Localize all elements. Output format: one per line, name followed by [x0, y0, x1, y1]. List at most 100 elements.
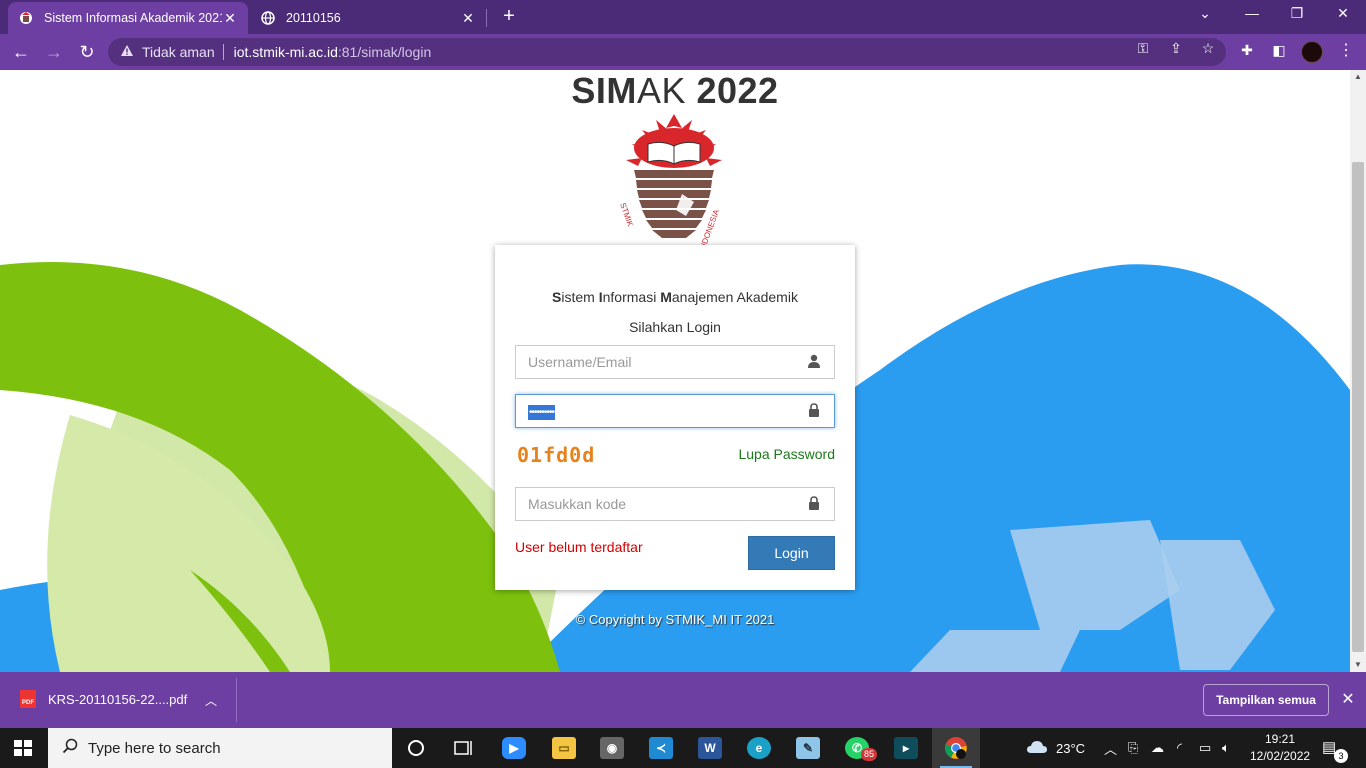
search-placeholder: Type here to search — [88, 739, 221, 757]
heading-letter-m: M — [660, 289, 672, 305]
heading-part-2: nformasi — [602, 289, 661, 305]
title-part-year: 2022 — [685, 70, 779, 111]
login-card: Sistem Informasi Manajemen Akademik Sila… — [495, 245, 855, 590]
wifi-icon[interactable]: ◜ — [1177, 728, 1182, 768]
minimize-button[interactable]: — — [1237, 5, 1267, 21]
title-part-ak: AK — [636, 70, 686, 111]
profile-avatar[interactable] — [1301, 41, 1323, 63]
url-path: :81/simak/login — [337, 44, 432, 60]
stmik-favicon-icon — [18, 10, 34, 26]
lock-icon — [806, 495, 822, 513]
scroll-up-arrow-icon[interactable]: ▲ — [1350, 70, 1366, 84]
weather-widget[interactable]: 23°C — [1026, 728, 1085, 768]
clock-time: 19:21 — [1264, 732, 1296, 746]
side-panel-icon[interactable]: ◧ — [1269, 42, 1289, 59]
download-item[interactable]: PDF KRS-20110156-22....pdf — [20, 690, 187, 708]
tab-20110156[interactable]: 20110156 ✕ — [250, 2, 486, 34]
pdf-file-icon: PDF — [20, 690, 36, 708]
close-download-bar-icon[interactable]: ✕ — [1338, 689, 1358, 709]
captcha-code-input[interactable] — [528, 496, 806, 512]
scroll-down-arrow-icon[interactable]: ▼ — [1350, 658, 1366, 672]
title-part-sim: SIM — [571, 70, 637, 111]
tab-divider — [486, 9, 487, 27]
forgot-password-link[interactable]: Lupa Password — [738, 446, 835, 462]
back-button[interactable]: ← — [9, 40, 33, 64]
download-file-name: KRS-20110156-22....pdf — [48, 691, 188, 707]
close-window-button[interactable]: ✕ — [1328, 5, 1358, 22]
cortana-icon[interactable] — [392, 728, 440, 768]
vscode-icon[interactable]: ≺ — [637, 728, 685, 768]
tab-close-icon[interactable]: ✕ — [222, 10, 238, 27]
page-scrollbar[interactable]: ▲ ▼ — [1350, 70, 1366, 672]
logo-lettering-stmik: STMIK — [618, 202, 635, 229]
login-error-message: User belum terdaftar — [515, 539, 643, 555]
meet-now-icon[interactable]: ⎘ — [1128, 728, 1138, 768]
login-button[interactable]: Login — [748, 536, 835, 570]
forward-button[interactable]: → — [42, 40, 66, 64]
file-explorer-icon[interactable]: ▭ — [540, 728, 588, 768]
windows-start-icon[interactable] — [14, 740, 32, 756]
weather-temperature: 23°C — [1056, 740, 1086, 756]
download-bar: PDF KRS-20110156-22....pdf ︿ Tampilkan s… — [0, 672, 1366, 728]
url-host: iot.stmik-mi.ac.id — [233, 44, 338, 60]
password-field[interactable]: •••••••••• — [515, 394, 835, 428]
tray-chevron-up-icon[interactable]: ︿ — [1104, 728, 1117, 768]
show-all-downloads-button[interactable]: Tampilkan semua — [1203, 684, 1329, 716]
username-field[interactable] — [515, 345, 835, 379]
heading-part-3: anajemen Akademik — [671, 289, 798, 305]
copyright-text: © Copyright by STMIK_MI IT 2021 — [575, 612, 775, 627]
cloud-icon — [1026, 740, 1048, 757]
whatsapp-icon[interactable]: ✆ 85 — [833, 728, 881, 768]
tab-close-icon[interactable]: ✕ — [460, 10, 476, 27]
zoom-icon[interactable]: ▶ — [490, 728, 538, 768]
clock-date: 12/02/2022 — [1250, 749, 1311, 763]
search-icon — [62, 738, 78, 759]
menu-kebab-icon[interactable]: ⋮ — [1338, 40, 1354, 60]
user-icon — [806, 354, 822, 371]
tab-simak[interactable]: Sistem Informasi Akademik 2021 ✕ — [8, 2, 248, 34]
password-input[interactable]: •••••••••• — [528, 402, 806, 420]
bookmark-star-icon[interactable]: ☆ — [1199, 40, 1217, 57]
security-label[interactable]: Tidak aman — [142, 44, 215, 60]
scroll-thumb[interactable] — [1352, 162, 1364, 652]
terminal-app-icon[interactable]: ▸ — [882, 728, 930, 768]
tab-search-chevron-icon[interactable]: ⌄ — [1190, 5, 1220, 22]
whatsapp-unread-badge: 85 — [861, 748, 878, 761]
taskbar-clock[interactable]: 19:21 12/02/2022 — [1250, 731, 1310, 765]
camera-icon[interactable]: ◉ — [588, 728, 636, 768]
page-title: SIMAK 2022 — [0, 70, 1350, 112]
new-tab-button[interactable]: + — [498, 5, 520, 27]
url-text[interactable]: iot.stmik-mi.ac.id:81/simak/login — [234, 44, 432, 60]
browser-toolbar: ← → ↻ Tidak aman iot.stmik-mi.ac.id:81/s… — [0, 34, 1366, 70]
page-viewport: SIMAK 2022 STMIK MA — [0, 70, 1350, 672]
onedrive-icon[interactable]: ☁ — [1151, 728, 1164, 768]
task-view-icon[interactable] — [440, 728, 488, 768]
card-subtitle: Silahkan Login — [629, 319, 721, 335]
taskbar-search-box[interactable]: Type here to search — [48, 728, 392, 768]
key-icon[interactable]: ⚿ — [1134, 40, 1152, 57]
warning-icon — [120, 44, 136, 60]
username-input[interactable] — [528, 354, 806, 370]
download-divider — [236, 678, 237, 722]
address-bar[interactable]: Tidak aman iot.stmik-mi.ac.id:81/simak/l… — [108, 38, 1226, 66]
heading-letter-s: S — [552, 289, 562, 305]
captcha-code-field[interactable] — [515, 487, 835, 521]
word-icon[interactable]: W — [686, 728, 734, 768]
notepad-icon[interactable]: ✎ — [784, 728, 832, 768]
edge-icon[interactable]: e — [735, 728, 783, 768]
extensions-puzzle-icon[interactable]: ✚ — [1237, 42, 1257, 59]
restore-button[interactable]: ❐ — [1282, 5, 1312, 22]
notification-count-badge: 3 — [1334, 749, 1348, 763]
address-divider — [222, 44, 224, 60]
chrome-icon[interactable] — [932, 728, 980, 768]
chevron-up-icon[interactable]: ︿ — [205, 692, 217, 709]
card-heading: Sistem Informasi Manajemen Akademik — [495, 289, 855, 305]
globe-icon — [260, 10, 276, 26]
tab-title: 20110156 — [286, 11, 341, 25]
lock-icon — [806, 402, 822, 420]
volume-icon[interactable]: 🔈︎ — [1222, 728, 1230, 768]
battery-icon[interactable]: ▭ — [1199, 728, 1211, 768]
share-icon[interactable]: ⇪ — [1167, 40, 1185, 57]
reload-button[interactable]: ↻ — [75, 40, 99, 64]
tab-title: Sistem Informasi Akademik 2021 — [44, 11, 222, 25]
